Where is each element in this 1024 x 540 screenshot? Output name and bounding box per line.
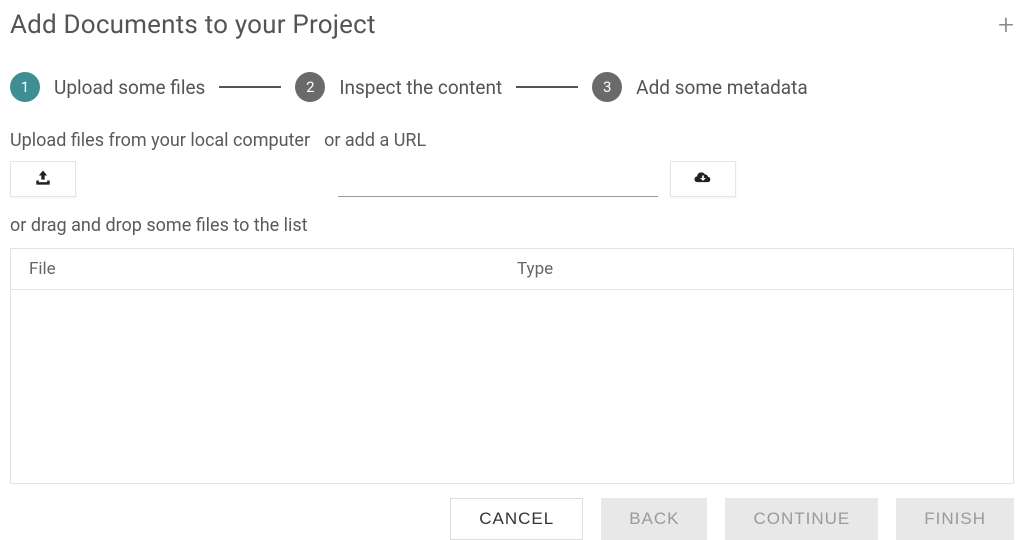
upload-icon <box>33 168 53 191</box>
finish-button[interactable]: FINISH <box>896 498 1014 540</box>
drag-drop-hint: or drag and drop some files to the list <box>10 215 1014 236</box>
step-2-label: Inspect the content <box>339 76 502 99</box>
step-upload[interactable]: 1 Upload some files <box>10 72 205 102</box>
step-metadata[interactable]: 3 Add some metadata <box>592 72 808 102</box>
step-inspect[interactable]: 2 Inspect the content <box>295 72 502 102</box>
step-connector <box>516 86 578 88</box>
upload-url-label: or add a URL <box>324 130 736 151</box>
url-input[interactable] <box>338 166 658 197</box>
table-header-file: File <box>29 259 517 279</box>
table-header-row: File Type <box>11 249 1013 290</box>
file-drop-zone[interactable] <box>11 290 1013 483</box>
download-url-button[interactable] <box>670 161 736 197</box>
back-button[interactable]: BACK <box>601 498 707 540</box>
upload-local-label: Upload files from your local computer <box>10 130 310 151</box>
step-1-circle: 1 <box>10 72 40 102</box>
step-2-circle: 2 <box>295 72 325 102</box>
page-title: Add Documents to your Project <box>10 10 376 40</box>
plus-icon[interactable]: + <box>998 11 1014 39</box>
step-1-label: Upload some files <box>54 76 205 99</box>
cancel-button[interactable]: CANCEL <box>450 498 583 540</box>
wizard-footer: CANCEL BACK CONTINUE FINISH <box>10 498 1014 540</box>
download-cloud-icon <box>693 168 713 191</box>
continue-button[interactable]: CONTINUE <box>725 498 878 540</box>
step-connector <box>219 86 281 88</box>
step-3-circle: 3 <box>592 72 622 102</box>
step-3-label: Add some metadata <box>636 76 808 99</box>
upload-button[interactable] <box>10 161 76 197</box>
table-header-type: Type <box>517 259 995 279</box>
file-table: File Type <box>10 248 1014 484</box>
wizard-stepper: 1 Upload some files 2 Inspect the conten… <box>10 72 1014 102</box>
